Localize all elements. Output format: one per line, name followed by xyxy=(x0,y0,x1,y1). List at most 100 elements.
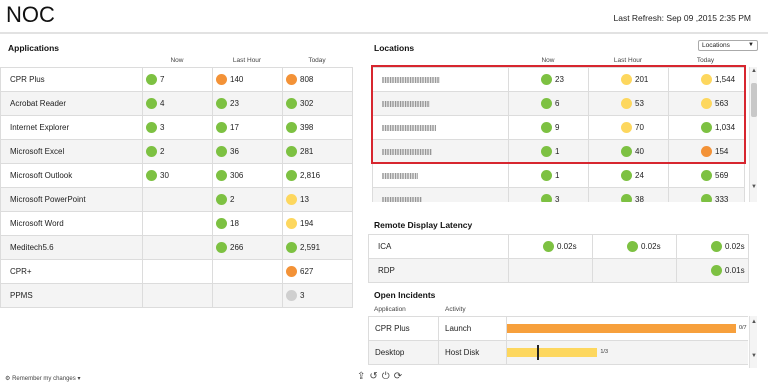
table-row[interactable]: Internet Explorer 3 17 398 xyxy=(0,115,353,140)
status-cell: 306 xyxy=(216,170,279,181)
status-value: 2,816 xyxy=(300,171,321,180)
status-cell: 0.02s xyxy=(543,241,589,252)
incident-progress-marker xyxy=(537,345,540,360)
metric-cell-today: 398 xyxy=(282,115,353,140)
latency-table: ICA 0.02s 0.02s 0.02s RDP 0.01s xyxy=(368,234,749,283)
status-value: 0.02s xyxy=(557,242,577,251)
table-row[interactable]: CPR Plus 7 140 808 xyxy=(0,67,353,92)
last-refresh-text: Last Refresh: Sep 09 ,2015 2:35 PM xyxy=(613,13,751,23)
undo-icon[interactable]: ↺ xyxy=(369,371,377,382)
latency-cell-now: 0.02s xyxy=(508,234,593,259)
status-cell: 3 xyxy=(541,194,585,202)
metric-cell-now: 1 xyxy=(508,163,589,188)
refresh-icon[interactable]: ⟳ xyxy=(394,371,402,382)
export-icon[interactable]: ⇪ xyxy=(357,371,365,382)
footer: ⚙ Remember my changes ▾ ⇪ ↺ ⏻ ⟳ xyxy=(0,369,768,387)
application-name: Microsoft Excel xyxy=(0,139,143,164)
table-row[interactable]: Desktop Host Disk 1/3 xyxy=(368,340,748,365)
incident-activity: Host Disk xyxy=(438,340,507,365)
latency-cell-today: 0.01s xyxy=(676,258,749,283)
status-dot-icon xyxy=(286,98,297,109)
redacted-text xyxy=(382,196,422,202)
status-value: 17 xyxy=(230,123,239,132)
status-cell: 30 xyxy=(146,170,209,181)
power-icon[interactable]: ⏻ xyxy=(382,371,390,382)
status-value: 1 xyxy=(555,171,560,180)
locations-dropdown[interactable]: Locations ▼ xyxy=(698,40,758,51)
metric-cell-today: 333 xyxy=(668,187,745,202)
table-row[interactable]: ICA 0.02s 0.02s 0.02s xyxy=(368,234,749,259)
locations-dropdown-value: Locations xyxy=(702,42,730,49)
status-value: 2,591 xyxy=(300,243,321,252)
status-dot-icon xyxy=(621,170,632,181)
incident-progress-fill xyxy=(507,324,736,333)
status-value: 3 xyxy=(555,195,560,202)
status-cell: 24 xyxy=(621,170,665,181)
incident-progress-bar: 1/3 xyxy=(507,345,748,360)
table-row[interactable]: Acrobat Reader 4 23 302 xyxy=(0,91,353,116)
status-dot-icon xyxy=(286,170,297,181)
gear-icon: ⚙ xyxy=(5,376,11,382)
incidents-col-application: Application xyxy=(374,306,406,313)
metric-cell-hour: 306 xyxy=(212,163,283,188)
remember-changes-label: Remember my changes xyxy=(12,376,76,382)
remember-changes-link[interactable]: ⚙ Remember my changes ▾ xyxy=(5,375,80,382)
scroll-down-icon[interactable]: ▼ xyxy=(750,352,758,360)
locations-title: Locations xyxy=(374,43,415,53)
metric-cell-today: 3 xyxy=(282,283,353,308)
status-dot-icon xyxy=(701,194,712,202)
table-row[interactable]: CPR Plus Launch 0/7 xyxy=(368,316,748,341)
table-row[interactable]: Microsoft Outlook 30 306 2,816 xyxy=(0,163,353,188)
status-cell: 1 xyxy=(541,170,585,181)
status-dot-icon xyxy=(286,146,297,157)
status-cell: 38 xyxy=(621,194,665,202)
metric-cell-hour xyxy=(212,283,283,308)
metric-cell-hour: 38 xyxy=(588,187,669,202)
status-value: 30 xyxy=(160,171,169,180)
incidents-viewport: CPR Plus Launch 0/7 Desktop Host Disk 1/3 xyxy=(368,316,748,368)
metric-cell-now xyxy=(142,187,213,212)
status-cell: 7 xyxy=(146,74,209,85)
table-row[interactable]: Microsoft PowerPoint 2 13 xyxy=(0,187,353,212)
table-row[interactable]: Microsoft Excel 2 36 281 xyxy=(0,139,353,164)
incident-progress-bar: 0/7 xyxy=(507,324,748,333)
table-row[interactable]: Microsoft Word 18 194 xyxy=(0,211,353,236)
metric-cell-today: 2,816 xyxy=(282,163,353,188)
status-dot-icon xyxy=(286,266,297,277)
scroll-up-icon[interactable]: ▲ xyxy=(750,67,758,75)
status-cell: 18 xyxy=(216,218,279,229)
metric-cell-hour: 17 xyxy=(212,115,283,140)
status-value: 23 xyxy=(230,99,239,108)
incidents-scrollbar[interactable]: ▲ ▼ xyxy=(749,316,757,368)
status-cell: 281 xyxy=(286,146,349,157)
metric-cell-today: 13 xyxy=(282,187,353,212)
metric-cell-today: 194 xyxy=(282,211,353,236)
application-name: PPMS xyxy=(0,283,143,308)
locations-scroll-thumb[interactable] xyxy=(751,83,757,117)
application-name: CPR+ xyxy=(0,259,143,284)
metric-cell-hour: 36 xyxy=(212,139,283,164)
status-dot-icon xyxy=(216,194,227,205)
status-dot-icon xyxy=(286,242,297,253)
table-row[interactable]: Meditech5.6 266 2,591 xyxy=(0,235,353,260)
table-row[interactable]: RDP 0.01s xyxy=(368,258,749,283)
table-row[interactable]: 1 24 569 xyxy=(372,163,745,188)
application-name: CPR Plus xyxy=(0,67,143,92)
metric-cell-today: 2,591 xyxy=(282,235,353,260)
location-name-redacted xyxy=(372,187,509,202)
incidents-col-activity: Activity xyxy=(445,306,466,313)
metric-cell-now: 3 xyxy=(142,115,213,140)
table-row[interactable]: PPMS 3 xyxy=(0,283,353,308)
application-name: Acrobat Reader xyxy=(0,91,143,116)
locations-scrollbar[interactable]: ▲ ▼ xyxy=(749,67,757,202)
status-dot-icon xyxy=(286,290,297,301)
metric-cell-now: 7 xyxy=(142,67,213,92)
scroll-up-icon[interactable]: ▲ xyxy=(750,318,758,326)
scroll-down-icon[interactable]: ▼ xyxy=(750,183,758,191)
status-value: 0.02s xyxy=(641,242,661,251)
status-dot-icon xyxy=(541,194,552,202)
status-cell: 3 xyxy=(146,122,209,133)
table-row[interactable]: CPR+ 627 xyxy=(0,259,353,284)
table-row[interactable]: 3 38 333 xyxy=(372,187,745,202)
application-name: Microsoft Outlook xyxy=(0,163,143,188)
